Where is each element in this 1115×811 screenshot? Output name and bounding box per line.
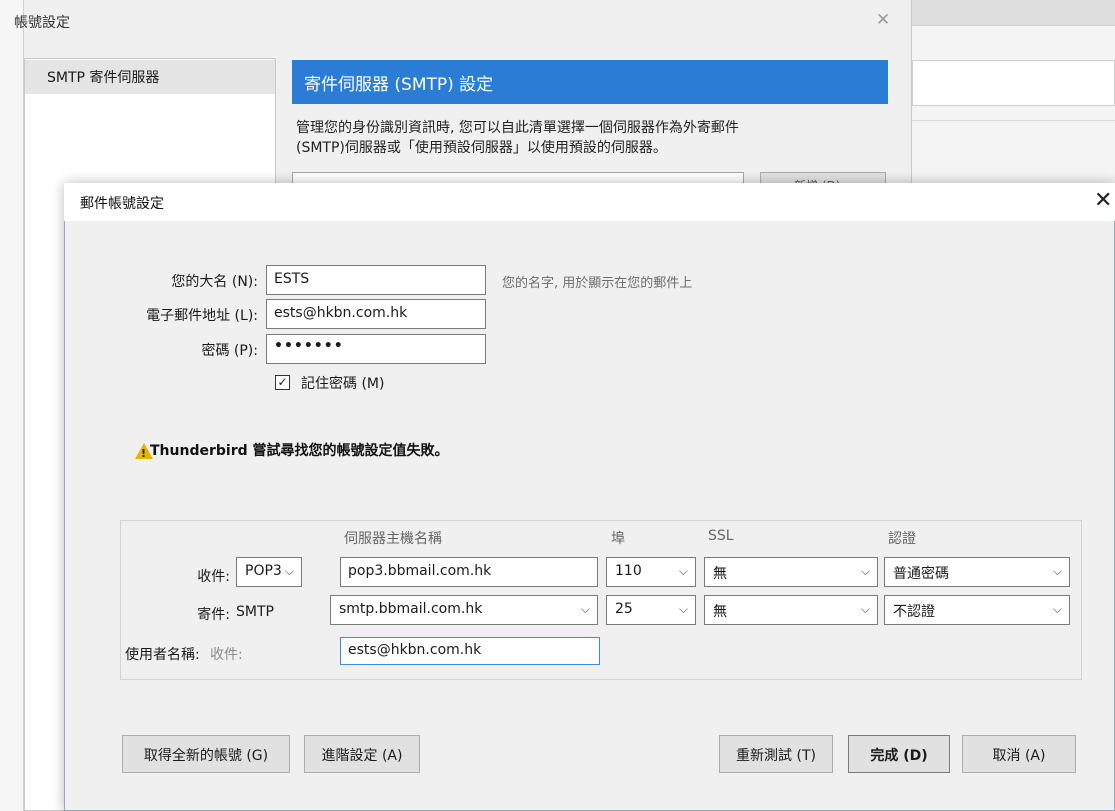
outgoing-auth-select[interactable]: 不認證 ⌵ <box>884 595 1070 625</box>
username-label: 使用者名稱: <box>125 647 200 663</box>
chevron-down-icon: ⌵ <box>678 602 688 616</box>
incoming-port-select[interactable]: 110 ⌵ <box>606 557 696 587</box>
chevron-down-icon: ⌵ <box>678 564 688 578</box>
hostname-column-header: 伺服器主機名稱 <box>344 531 442 547</box>
chevron-down-icon: ⌵ <box>580 602 590 616</box>
window-left-edge <box>0 0 24 811</box>
port-column-header: 埠 <box>611 531 625 547</box>
password-label: 密碼 (P): <box>201 343 258 359</box>
incoming-port-value: 110 <box>615 563 642 579</box>
outgoing-auth-value: 不認證 <box>893 604 935 620</box>
outgoing-ssl-select[interactable]: 無 ⌵ <box>704 595 878 625</box>
retest-button[interactable]: 重新測試 (T) <box>719 735 833 773</box>
chevron-down-icon: ⌵ <box>284 564 294 578</box>
background-window-field <box>912 60 1115 106</box>
incoming-ssl-value: 無 <box>713 566 727 582</box>
outgoing-hostname-combobox[interactable]: smtp.bbmail.com.hk ⌵ <box>330 595 598 625</box>
incoming-protocol-value: POP3 <box>245 563 282 579</box>
warning-icon-mark: ! <box>141 447 147 460</box>
outgoing-port-select[interactable]: 25 ⌵ <box>606 595 696 625</box>
auth-column-header: 認證 <box>888 531 916 547</box>
chevron-down-icon: ⌵ <box>1052 602 1062 616</box>
close-icon[interactable]: ✕ <box>1094 188 1112 213</box>
email-label: 電子郵件地址 (L): <box>146 308 258 324</box>
remember-password-checkbox[interactable]: ✓ <box>275 375 290 390</box>
incoming-auth-value: 普通密碼 <box>893 566 949 582</box>
close-icon[interactable]: ✕ <box>876 10 890 30</box>
smtp-settings-header: 寄件伺服器 (SMTP) 設定 <box>292 60 888 104</box>
incoming-hostname-input[interactable]: pop3.bbmail.com.hk <box>340 557 598 587</box>
chevron-down-icon: ⌵ <box>860 564 870 578</box>
get-new-account-button[interactable]: 取得全新的帳號 (G) <box>122 735 290 773</box>
chevron-down-icon: ⌵ <box>1052 564 1062 578</box>
username-input[interactable]: ests@hkbn.com.hk <box>340 637 600 665</box>
advanced-settings-button[interactable]: 進階設定 (A) <box>304 735 420 773</box>
name-label: 您的大名 (N): <box>171 274 258 290</box>
email-field[interactable]: ests@hkbn.com.hk <box>266 299 486 329</box>
account-settings-title: 帳號設定 <box>14 15 70 31</box>
dialog-titlebar <box>64 183 1115 221</box>
outgoing-port-value: 25 <box>615 601 633 617</box>
nav-item-smtp-server[interactable]: SMTP 寄件伺服器 <box>25 60 275 94</box>
dialog-title: 郵件帳號設定 <box>80 196 164 212</box>
outgoing-protocol: SMTP <box>236 604 274 620</box>
divider <box>912 120 1115 121</box>
outgoing-ssl-value: 無 <box>713 604 727 620</box>
ssl-column-header: SSL <box>708 528 734 544</box>
cancel-button[interactable]: 取消 (A) <box>962 735 1076 773</box>
smtp-settings-description: 管理您的身份識別資訊時, 您可以自此清單選擇一個伺服器作為外寄郵件 (SMTP)… <box>296 120 739 156</box>
incoming-protocol-select[interactable]: POP3 ⌵ <box>236 557 302 587</box>
name-input[interactable]: ESTS <box>266 265 486 295</box>
username-incoming-label: 收件: <box>210 647 243 663</box>
remember-password-label[interactable]: 記住密碼 (M) <box>301 373 384 393</box>
incoming-ssl-select[interactable]: 無 ⌵ <box>704 557 878 587</box>
warning-message: Thunderbird 嘗試尋找您的帳號設定值失敗。 <box>150 443 449 459</box>
outgoing-label: 寄件: <box>197 607 230 623</box>
incoming-auth-select[interactable]: 普通密碼 ⌵ <box>884 557 1070 587</box>
background-window-titlebar <box>912 0 1115 26</box>
name-hint: 您的名字, 用於顯示在您的郵件上 <box>502 276 693 291</box>
outgoing-hostname-value: smtp.bbmail.com.hk <box>339 601 483 617</box>
password-field[interactable]: ••••••• <box>266 334 486 364</box>
done-button[interactable]: 完成 (D) <box>848 735 950 773</box>
incoming-label: 收件: <box>197 569 230 585</box>
chevron-down-icon: ⌵ <box>860 602 870 616</box>
